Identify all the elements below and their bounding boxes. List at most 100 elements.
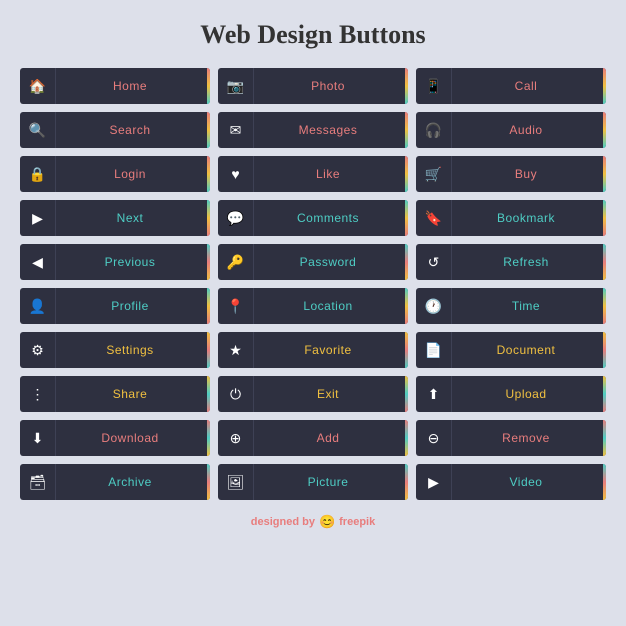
accent-bar [603, 112, 606, 148]
button-picture[interactable]: 🖼Picture [218, 464, 408, 500]
button-comments[interactable]: 💬Comments [218, 200, 408, 236]
button-icon-home: 🏠 [20, 68, 56, 104]
button-icon-call: 📱 [416, 68, 452, 104]
accent-bar [207, 332, 210, 368]
page-title: Web Design Buttons [200, 20, 425, 50]
footer: designed by 😊 freepik [251, 514, 375, 530]
button-audio[interactable]: 🎧Audio [416, 112, 606, 148]
button-icon-remove: ⊖ [416, 420, 452, 456]
button-label-upload: Upload [452, 387, 606, 401]
button-share[interactable]: ⋮Share [20, 376, 210, 412]
button-profile[interactable]: 👤Profile [20, 288, 210, 324]
button-icon-upload: ⬆ [416, 376, 452, 412]
accent-bar [405, 156, 408, 192]
button-icon-time: 🕐 [416, 288, 452, 324]
button-icon-messages: ✉ [218, 112, 254, 148]
buttons-grid: 🏠Home📷Photo📱Call🔍Search✉Messages🎧Audio🔒L… [20, 68, 606, 500]
button-archive[interactable]: 🗃Archive [20, 464, 210, 500]
button-previous[interactable]: ◀Previous [20, 244, 210, 280]
accent-bar [603, 332, 606, 368]
button-login[interactable]: 🔒Login [20, 156, 210, 192]
button-download[interactable]: ⬇Download [20, 420, 210, 456]
button-icon-search: 🔍 [20, 112, 56, 148]
button-messages[interactable]: ✉Messages [218, 112, 408, 148]
button-label-call: Call [452, 79, 606, 93]
button-upload[interactable]: ⬆Upload [416, 376, 606, 412]
button-icon-settings: ⚙ [20, 332, 56, 368]
button-label-search: Search [56, 123, 210, 137]
accent-bar [207, 200, 210, 236]
button-remove[interactable]: ⊖Remove [416, 420, 606, 456]
button-label-photo: Photo [254, 79, 408, 93]
accent-bar [405, 200, 408, 236]
button-like[interactable]: ♥Like [218, 156, 408, 192]
button-icon-picture: 🖼 [218, 464, 254, 500]
accent-bar [603, 464, 606, 500]
button-label-messages: Messages [254, 123, 408, 137]
brand-name: freepik [339, 516, 375, 528]
button-icon-download: ⬇ [20, 420, 56, 456]
accent-bar [405, 376, 408, 412]
button-label-login: Login [56, 167, 210, 181]
button-settings[interactable]: ⚙Settings [20, 332, 210, 368]
accent-bar [603, 156, 606, 192]
button-label-document: Document [452, 343, 606, 357]
button-add[interactable]: ⊕Add [218, 420, 408, 456]
button-time[interactable]: 🕐Time [416, 288, 606, 324]
button-label-exit: Exit [254, 387, 408, 401]
button-document[interactable]: 📄Document [416, 332, 606, 368]
button-label-download: Download [56, 431, 210, 445]
button-label-like: Like [254, 167, 408, 181]
button-video[interactable]: ▶Video [416, 464, 606, 500]
button-icon-like: ♥ [218, 156, 254, 192]
button-call[interactable]: 📱Call [416, 68, 606, 104]
button-icon-document: 📄 [416, 332, 452, 368]
button-location[interactable]: 📍Location [218, 288, 408, 324]
button-label-video: Video [452, 475, 606, 489]
button-label-profile: Profile [56, 299, 210, 313]
button-buy[interactable]: 🛒Buy [416, 156, 606, 192]
button-photo[interactable]: 📷Photo [218, 68, 408, 104]
button-icon-share: ⋮ [20, 376, 56, 412]
button-password[interactable]: 🔑Password [218, 244, 408, 280]
button-icon-refresh: ↺ [416, 244, 452, 280]
button-exit[interactable]: ⏻Exit [218, 376, 408, 412]
button-icon-login: 🔒 [20, 156, 56, 192]
button-refresh[interactable]: ↺Refresh [416, 244, 606, 280]
button-label-time: Time [452, 299, 606, 313]
accent-bar [207, 68, 210, 104]
accent-bar [603, 244, 606, 280]
accent-bar [207, 244, 210, 280]
accent-bar [405, 288, 408, 324]
accent-bar [207, 288, 210, 324]
button-search[interactable]: 🔍Search [20, 112, 210, 148]
button-icon-buy: 🛒 [416, 156, 452, 192]
accent-bar [405, 420, 408, 456]
accent-bar [603, 420, 606, 456]
button-label-buy: Buy [452, 167, 606, 181]
button-favorite[interactable]: ★Favorite [218, 332, 408, 368]
button-icon-archive: 🗃 [20, 464, 56, 500]
button-label-remove: Remove [452, 431, 606, 445]
button-label-share: Share [56, 387, 210, 401]
accent-bar [405, 68, 408, 104]
button-icon-profile: 👤 [20, 288, 56, 324]
button-label-audio: Audio [452, 123, 606, 137]
button-bookmark[interactable]: 🔖Bookmark [416, 200, 606, 236]
accent-bar [603, 68, 606, 104]
accent-bar [603, 288, 606, 324]
button-icon-previous: ◀ [20, 244, 56, 280]
button-home[interactable]: 🏠Home [20, 68, 210, 104]
button-icon-location: 📍 [218, 288, 254, 324]
accent-bar [405, 464, 408, 500]
button-icon-add: ⊕ [218, 420, 254, 456]
accent-bar [405, 332, 408, 368]
button-label-home: Home [56, 79, 210, 93]
button-icon-exit: ⏻ [218, 376, 254, 412]
button-label-settings: Settings [56, 343, 210, 357]
button-icon-bookmark: 🔖 [416, 200, 452, 236]
button-label-picture: Picture [254, 475, 408, 489]
button-next[interactable]: ▶Next [20, 200, 210, 236]
button-icon-audio: 🎧 [416, 112, 452, 148]
accent-bar [207, 156, 210, 192]
